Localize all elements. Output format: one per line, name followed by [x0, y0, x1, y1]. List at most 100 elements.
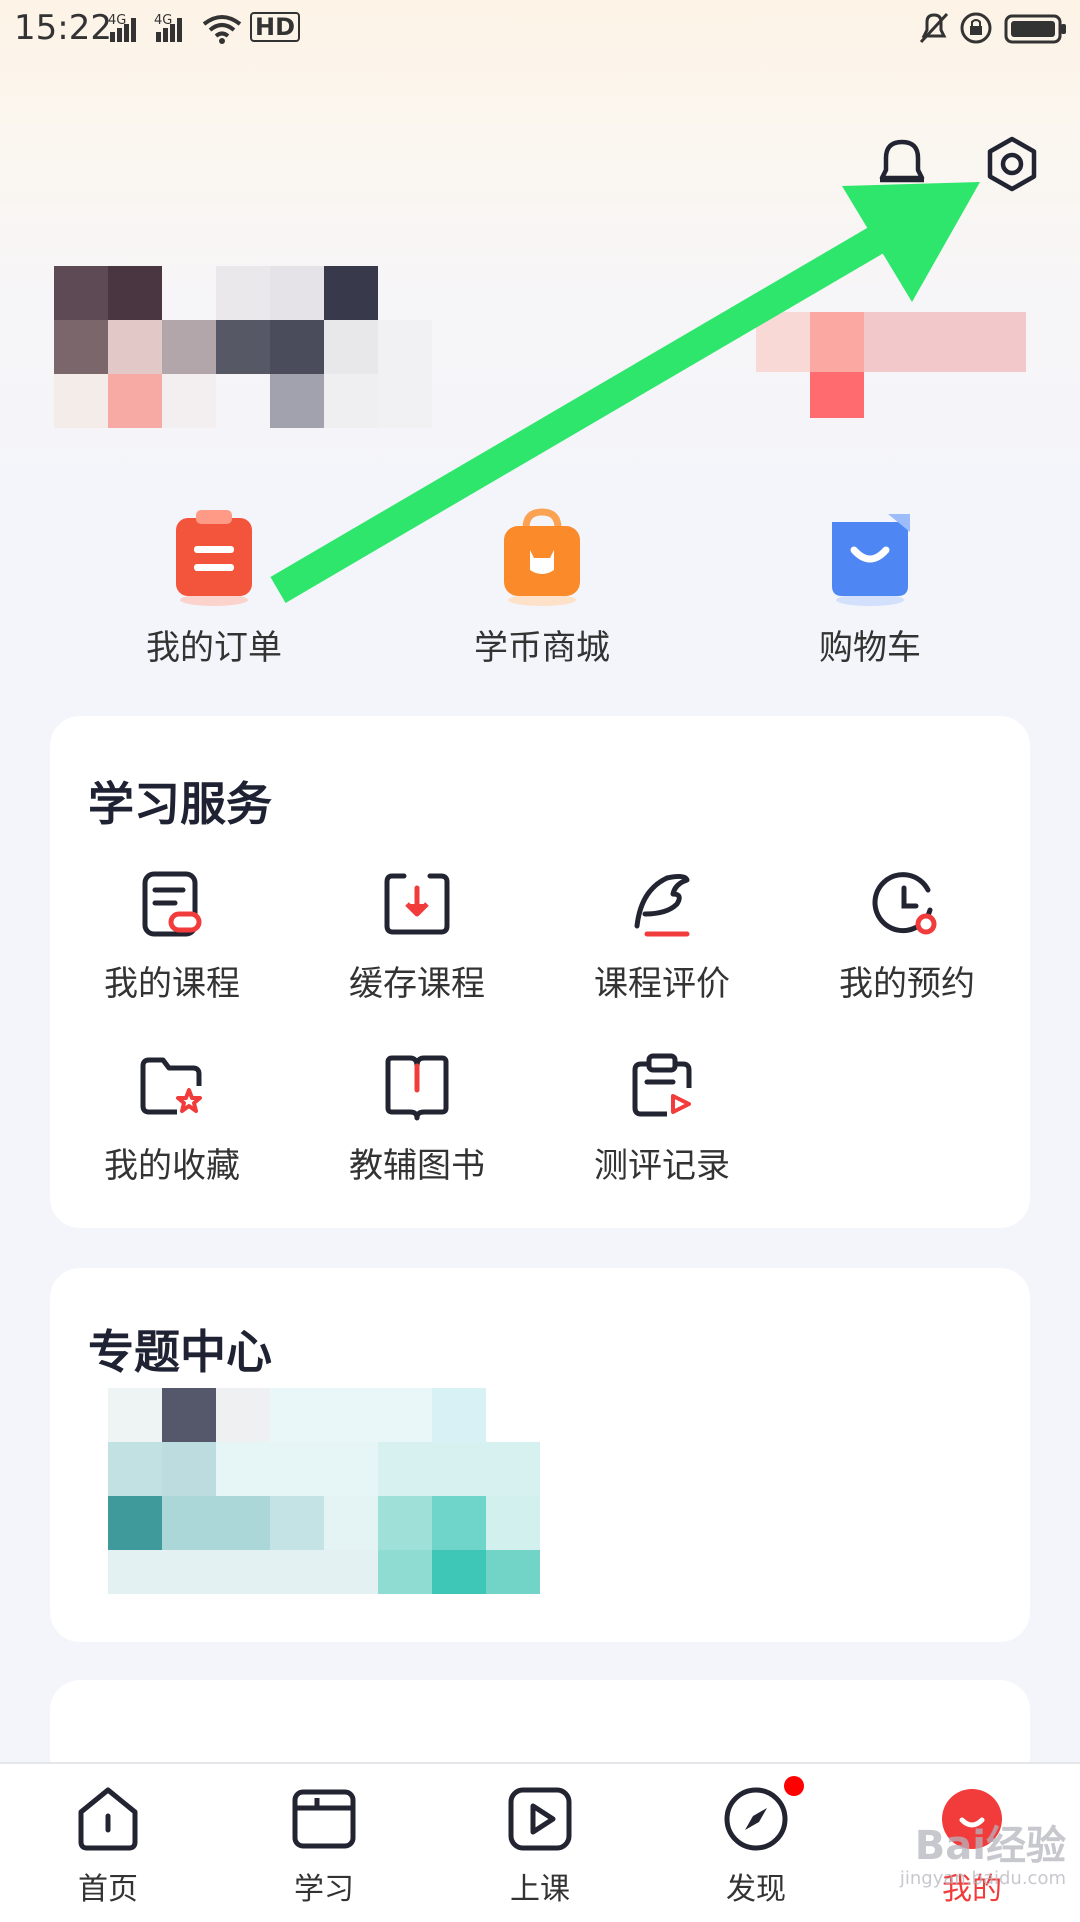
banner-pixel	[378, 1496, 432, 1550]
feather-review-icon	[634, 873, 690, 937]
home-icon	[78, 1787, 138, 1851]
status-time: 15:22	[14, 8, 112, 48]
quick-action-cart[interactable]	[770, 506, 970, 610]
avatar-pixel	[54, 266, 108, 320]
avatar-pixel	[54, 374, 108, 428]
banner-pixel	[108, 1550, 378, 1594]
banner-pixel	[378, 1550, 432, 1594]
book-icon	[385, 1055, 449, 1121]
banner-pixel	[216, 1388, 270, 1442]
order-icon	[176, 510, 252, 606]
service-my-appointments-label: 我的预约	[839, 964, 975, 1004]
service-reference-books[interactable]: 教辅图书	[307, 1052, 527, 1187]
rotation-lock-icon	[960, 12, 992, 44]
avatar-pixel	[162, 374, 216, 428]
service-cached-courses-label: 缓存课程	[349, 964, 485, 1004]
shop-bag-icon	[504, 508, 580, 606]
study-book-icon	[292, 1789, 356, 1849]
avatar-pixel	[162, 320, 216, 374]
service-course-review[interactable]: 课程评价	[552, 870, 772, 1005]
network-label-2: 4G	[154, 13, 172, 28]
avatar-pixel	[378, 374, 432, 428]
banner-pixel	[432, 1550, 486, 1594]
service-my-appointments[interactable]: 我的预约	[797, 870, 1017, 1005]
watermark-subtext: jingyan.baidu.com	[899, 1868, 1066, 1889]
clock-appointment-icon	[872, 872, 937, 935]
status-bar: 15:22 4G 4G HD	[0, 0, 1080, 56]
bottom-tab-bar: 首页 学习 上课 发现 我的 Bai经验 jingyan.baidu.com	[0, 1762, 1080, 1922]
study-services-card: 学习服务 我的课程 缓存课程 课程评价 我的预约 我的收藏 教辅图书 测评记录	[50, 716, 1030, 1228]
badge-pixel	[756, 312, 810, 372]
service-my-courses-label: 我的课程	[104, 964, 240, 1004]
badge-pixel	[810, 372, 864, 418]
badge-pixel	[810, 312, 864, 372]
tab-home-label: 首页	[78, 1872, 138, 1907]
tab-discover[interactable]: 发现	[686, 1776, 826, 1908]
avatar-pixel	[108, 320, 162, 374]
clipboard-record-icon	[632, 1053, 692, 1117]
tab-study[interactable]: 学习	[254, 1784, 394, 1908]
tab-home[interactable]: 首页	[38, 1784, 178, 1908]
service-my-courses[interactable]: 我的课程	[62, 870, 282, 1005]
quick-action-orders-label: 我的订单	[146, 628, 282, 668]
avatar-pixel	[216, 320, 270, 374]
banner-pixel	[108, 1442, 162, 1496]
quick-action-cart-label: 购物车	[819, 628, 921, 668]
bell-icon	[879, 139, 925, 183]
avatar-pixel	[108, 266, 162, 320]
service-assessment-records[interactable]: 测评记录	[552, 1052, 772, 1187]
avatar-pixel	[324, 374, 378, 428]
download-course-icon	[384, 873, 450, 935]
avatar-pixel	[378, 320, 432, 374]
banner-pixel	[162, 1388, 216, 1442]
watermark: Bai经验 jingyan.baidu.com	[826, 1824, 1066, 1889]
quick-action-coin-shop-label: 学币商城	[474, 628, 610, 668]
notification-button[interactable]	[874, 134, 930, 194]
avatar-pixel	[324, 320, 378, 374]
service-cached-courses[interactable]: 缓存课程	[307, 870, 527, 1005]
avatar-pixel	[216, 266, 270, 320]
header-background	[0, 0, 1080, 520]
quick-action-orders[interactable]	[114, 506, 314, 610]
banner-pixel	[216, 1442, 378, 1496]
settings-button[interactable]	[982, 134, 1042, 198]
service-my-favorites-label: 我的收藏	[104, 1146, 240, 1186]
badge-pixel	[864, 312, 1026, 372]
avatar-pixel	[270, 374, 324, 428]
tab-class[interactable]: 上课	[470, 1784, 610, 1908]
banner-pixel	[486, 1496, 540, 1550]
topic-center-title: 专题中心	[88, 1325, 272, 1379]
banner-pixel	[324, 1496, 378, 1550]
banner-pixel	[432, 1388, 486, 1442]
service-assessment-records-label: 测评记录	[594, 1146, 730, 1186]
tab-study-label: 学习	[294, 1872, 354, 1907]
avatar-pixel	[54, 320, 108, 374]
avatar-pixel	[324, 266, 378, 320]
watermark-text: Bai经验	[914, 1823, 1066, 1869]
banner-pixel	[270, 1496, 324, 1550]
settings-icon	[987, 136, 1037, 192]
notification-dot	[784, 1776, 804, 1796]
tab-discover-label: 发现	[726, 1872, 786, 1907]
avatar-pixel	[270, 320, 324, 374]
mute-bell-icon	[919, 12, 949, 44]
topic-center-card: 专题中心	[50, 1268, 1030, 1642]
cart-icon	[832, 514, 910, 606]
banner-pixel	[108, 1496, 162, 1550]
service-course-review-label: 课程评价	[594, 964, 730, 1004]
banner-pixel	[378, 1442, 540, 1496]
tab-class-label: 上课	[510, 1872, 570, 1907]
avatar-pixel	[270, 266, 324, 320]
service-my-favorites[interactable]: 我的收藏	[62, 1052, 282, 1187]
folder-star-icon	[140, 1057, 202, 1115]
compass-icon	[724, 1787, 788, 1851]
play-icon	[508, 1787, 572, 1851]
banner-pixel	[162, 1442, 216, 1496]
quick-action-coin-shop[interactable]	[442, 506, 642, 610]
hd-badge: HD	[250, 12, 301, 42]
service-reference-books-label: 教辅图书	[349, 1146, 485, 1186]
banner-pixel	[108, 1388, 162, 1442]
avatar-pixel	[108, 374, 162, 428]
banner-pixel	[432, 1496, 486, 1550]
battery-icon	[1004, 14, 1066, 44]
